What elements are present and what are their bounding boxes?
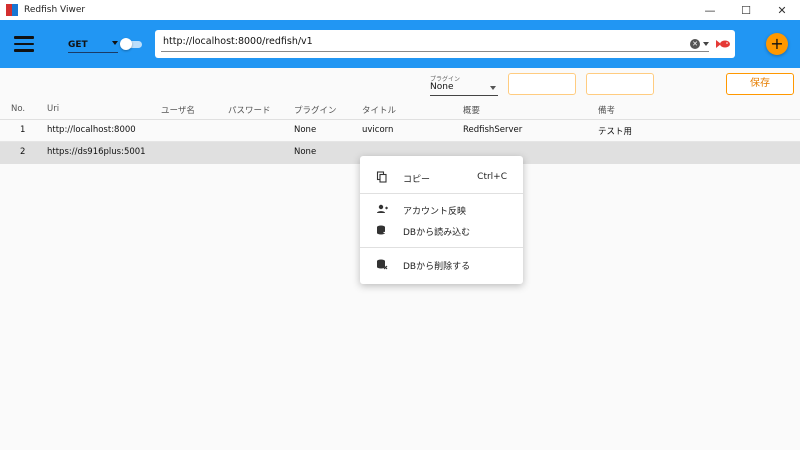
menu-item-label: DBから読み込む: [403, 228, 471, 238]
cell-plugin: None: [294, 125, 317, 135]
table-row[interactable]: 1 http://localhost:8000 None uvicorn Red…: [0, 120, 800, 142]
chevron-down-icon: [490, 86, 496, 90]
column-header-note[interactable]: 備考: [598, 104, 615, 116]
copy-icon: [376, 171, 387, 183]
column-header-summary[interactable]: 概要: [463, 104, 480, 116]
cell-note: テスト用: [598, 127, 633, 137]
db-load-icon: [377, 225, 387, 235]
filter-input-2[interactable]: [586, 73, 654, 95]
menu-item-label: DBから削除する: [403, 262, 471, 272]
filter-input-1[interactable]: [508, 73, 576, 95]
cell-no: 1: [20, 125, 26, 135]
column-header-plugin[interactable]: プラグイン: [294, 104, 337, 116]
column-header-uri[interactable]: Uri: [47, 104, 59, 114]
chevron-down-icon: [112, 41, 118, 45]
column-header-no[interactable]: No.: [11, 104, 25, 114]
plugin-filter-value: None: [430, 82, 454, 92]
add-button[interactable]: +: [766, 33, 788, 55]
cell-plugin: None: [294, 147, 317, 157]
save-button[interactable]: 保存: [726, 73, 794, 95]
close-button[interactable]: ✕: [764, 0, 800, 20]
table-header: No. Uri ユーザ名 パスワード プラグイン タイトル 概要 備考: [0, 99, 800, 121]
menu-item-shortcut: Ctrl+C: [477, 172, 507, 182]
url-history-chevron-icon[interactable]: [703, 42, 709, 46]
cell-uri: http://localhost:8000: [47, 125, 136, 135]
cell-summary: RedfishServer: [463, 125, 523, 135]
db-delete-icon: [377, 259, 388, 270]
account-icon: [377, 204, 388, 213]
http-method-select[interactable]: GET: [68, 37, 118, 53]
maximize-button[interactable]: ☐: [728, 0, 764, 20]
clear-icon[interactable]: ✕: [690, 39, 700, 49]
plugin-filter-select[interactable]: プラグイン None: [430, 74, 498, 96]
http-method-value: GET: [68, 39, 88, 50]
window-controls: — ☐ ✕: [692, 0, 800, 20]
minimize-button[interactable]: —: [692, 0, 728, 20]
cell-uri: https://ds916plus:5001: [47, 147, 146, 157]
hamburger-menu-icon[interactable]: [14, 36, 34, 52]
menu-item-label: アカウント反映: [403, 207, 467, 217]
url-field[interactable]: http://localhost:8000/redfish/v1 ✕: [155, 30, 735, 58]
url-input[interactable]: http://localhost:8000/redfish/v1: [163, 36, 313, 47]
menu-item-copy[interactable]: コピー Ctrl+C: [360, 167, 523, 187]
menu-item-load-from-db[interactable]: DBから読み込む: [360, 220, 523, 240]
context-menu: コピー Ctrl+C アカウント反映 DBから読み込む DBから削除する: [360, 156, 523, 284]
app-bar: GET http://localhost:8000/redfish/v1 ✕ +: [0, 20, 800, 68]
menu-item-apply-account[interactable]: アカウント反映: [360, 199, 523, 219]
window-title-bar: Redfish Viwer — ☐ ✕: [0, 0, 800, 20]
app-logo-icon: [6, 4, 18, 16]
column-header-user[interactable]: ユーザ名: [161, 104, 195, 116]
cell-title: uvicorn: [362, 125, 394, 135]
window-title: Redfish Viwer: [24, 5, 86, 15]
send-fish-icon[interactable]: [716, 38, 730, 50]
menu-item-label: コピー: [403, 175, 431, 185]
column-header-password[interactable]: パスワード: [228, 104, 271, 116]
column-header-title[interactable]: タイトル: [362, 104, 396, 116]
menu-item-delete-from-db[interactable]: DBから削除する: [360, 254, 523, 274]
mode-toggle[interactable]: [120, 38, 144, 50]
cell-no: 2: [20, 147, 26, 157]
